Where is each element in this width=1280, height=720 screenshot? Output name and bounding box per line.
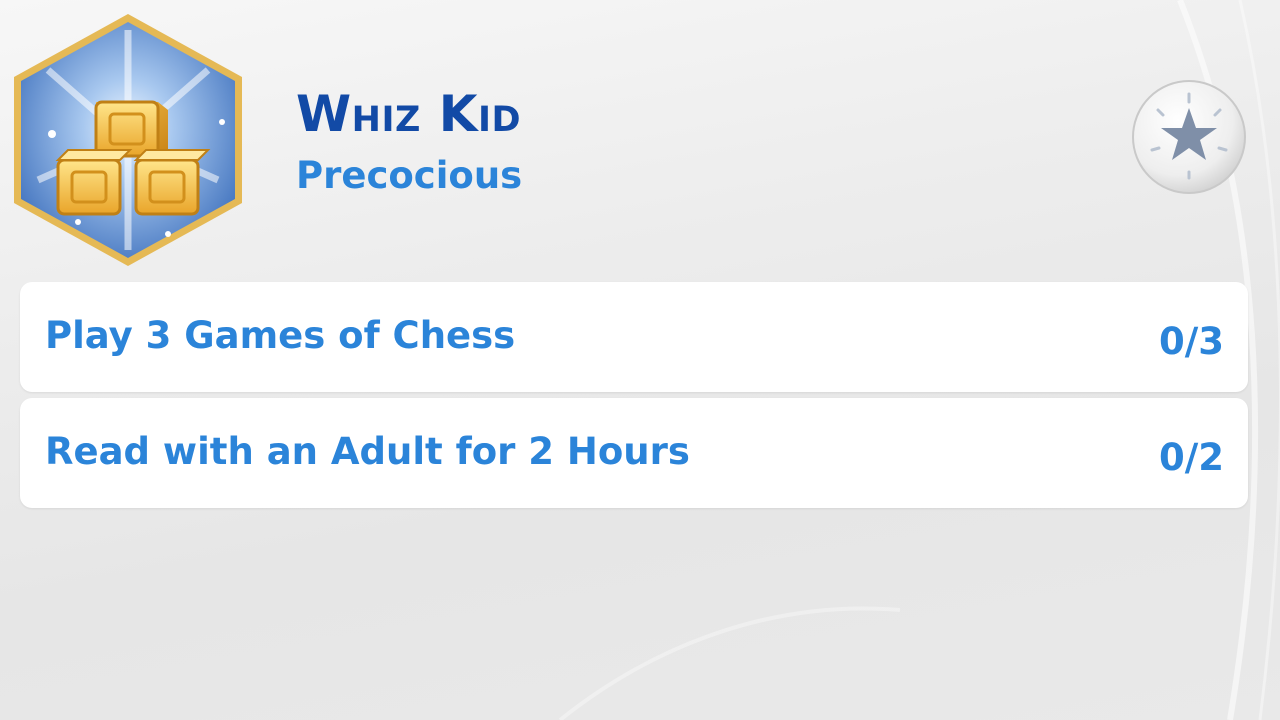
goal-label: Read with an Adult for 2 Hours: [45, 430, 690, 473]
aspiration-header: Whiz Kid Precocious: [296, 84, 522, 200]
goal-label: Play 3 Games of Chess: [45, 314, 516, 357]
star-icon: [1132, 80, 1246, 194]
goal-progress: 0/3: [1158, 320, 1224, 363]
aspiration-category: Precocious: [296, 154, 523, 197]
goal-row[interactable]: Read with an Adult for 2 Hours 0/2: [20, 398, 1248, 508]
favorite-star-button[interactable]: [1130, 78, 1248, 196]
goal-row[interactable]: Play 3 Games of Chess 0/3: [20, 282, 1248, 392]
golden-blocks-hexagon-icon: [14, 14, 242, 266]
goal-progress: 0/2: [1158, 436, 1224, 479]
aspiration-badge: [8, 10, 248, 270]
aspiration-title: Whiz Kid: [296, 85, 522, 143]
